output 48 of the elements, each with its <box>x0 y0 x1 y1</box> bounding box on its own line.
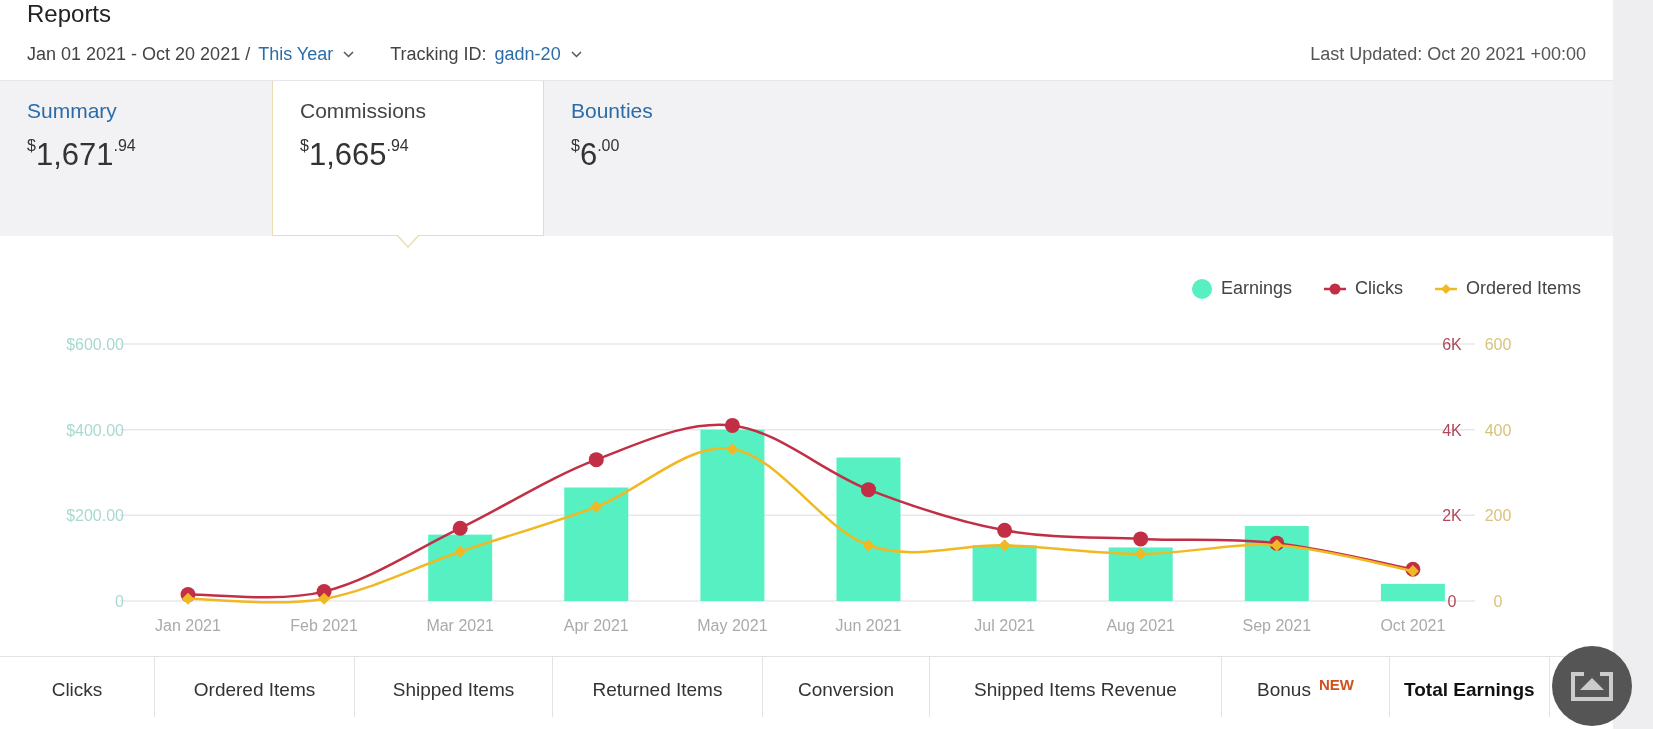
legend-label: Ordered Items <box>1465 278 1581 299</box>
legend-item[interactable]: Ordered Items <box>1434 278 1581 299</box>
x-axis-label: Jul 2021 <box>974 617 1035 634</box>
y-axis-label: $400.00 <box>66 421 124 439</box>
last-updated-text: Last Updated: Oct 20 2021 +00:00 <box>1310 43 1586 65</box>
x-axis-label: Jan 2021 <box>155 617 221 634</box>
right-axis-label: 400 <box>1484 421 1512 439</box>
legend-item[interactable]: Clicks <box>1323 278 1403 299</box>
amount-text: $^{$}$6$^{.00}$ <box>571 137 621 173</box>
y-axis-label: 0 <box>115 593 124 610</box>
right-axis-label: 600 <box>1484 336 1512 353</box>
x-axis-label: Feb 2021 <box>290 617 358 634</box>
metric-tab[interactable]: Ordered Items <box>155 657 355 717</box>
right-axis-label: 0 <box>1447 593 1457 610</box>
x-axis-label: Sep 2021 <box>1242 617 1312 634</box>
metric-tab[interactable]: Total Earnings <box>1390 657 1550 717</box>
x-axis-label: Mar 2021 <box>426 617 494 634</box>
new-label: NEW <box>1318 676 1354 693</box>
tracking-id-label: Tracking ID: <box>390 43 487 65</box>
metric-tab[interactable]: Bonus NEW <box>1222 657 1390 717</box>
amount-text: $^{$}$1,671$^{.94}$ <box>27 137 137 173</box>
metric-tab[interactable]: Shipped Items <box>355 657 553 717</box>
right-axis-label: 200 <box>1484 507 1512 525</box>
right-axis-label: 2K <box>1442 507 1462 525</box>
amount-text: $^{$}$1,665$^{.94}$ <box>300 137 410 173</box>
metric-tab[interactable]: Clicks <box>0 657 155 717</box>
right-axis-label: 0 <box>1493 593 1503 610</box>
y-axis-label: $600.00 <box>66 336 124 353</box>
right-axis-label: 6K <box>1442 336 1462 353</box>
summary-tab[interactable]: Bounties $^{$}$6$^{.00}$ <box>544 81 816 236</box>
legend-label: Clicks <box>1354 278 1403 299</box>
page-title: Reports <box>26 0 113 28</box>
legend-label: Earnings <box>1220 278 1292 299</box>
x-axis-label: Apr 2021 <box>563 617 629 634</box>
x-axis-label: Jun 2021 <box>835 617 902 634</box>
period-dropdown[interactable]: This Year <box>258 43 355 65</box>
legend-item[interactable]: Earnings <box>1191 278 1292 299</box>
tracking-id-dropdown[interactable]: gadn-20 <box>494 43 582 65</box>
metric-tab[interactable]: Conversion <box>763 657 930 717</box>
y-axis-label: $200.00 <box>66 507 124 525</box>
metric-tab[interactable]: Shipped Items Revenue <box>930 657 1222 717</box>
right-axis-label: 4K <box>1442 421 1462 439</box>
x-axis-label: Oct 2021 <box>1380 617 1446 634</box>
x-axis-label: May 2021 <box>697 617 768 634</box>
metric-tab[interactable]: Returned Items <box>553 657 763 717</box>
summary-tab[interactable]: Summary $^{$}$1,671$^{.94}$ <box>0 81 272 236</box>
x-axis-label: Aug 2021 <box>1106 617 1175 634</box>
date-range: Jan 01 2021 - Oct 20 2021 / <box>27 43 251 65</box>
